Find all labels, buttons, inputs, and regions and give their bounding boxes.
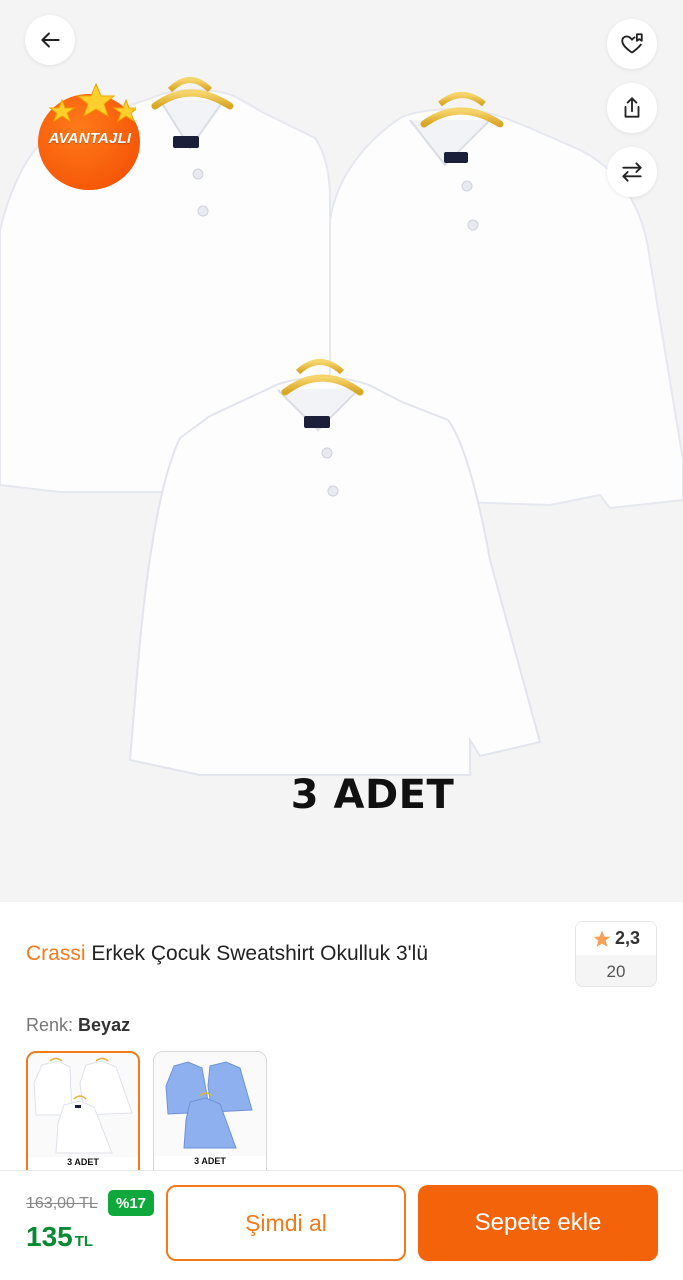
buy-now-button[interactable]: Şimdi al <box>166 1185 406 1261</box>
old-price: 163,00 TL <box>26 1195 98 1212</box>
star-icon <box>593 930 611 947</box>
price-value: 135 <box>26 1221 73 1252</box>
product-image-gallery[interactable]: 3 ADET AVANTAJLI <box>0 0 683 902</box>
rating-score: 2,3 <box>576 922 656 955</box>
color-value: Beyaz <box>78 1015 131 1035</box>
product-name: Erkek Çocuk Sweatshirt Okulluk 3'lü <box>91 942 428 965</box>
color-variant-white[interactable]: 3 ADET <box>26 1051 140 1181</box>
rating-value: 2,3 <box>614 928 641 948</box>
discount-badge: %17 <box>108 1190 154 1216</box>
swap-arrows-icon <box>622 162 642 182</box>
back-button[interactable] <box>25 15 75 65</box>
color-variant-blue[interactable]: 3 ADET <box>153 1051 267 1181</box>
color-label-key: Renk: <box>26 1015 74 1035</box>
current-price: 135 TL <box>26 1221 93 1253</box>
variant-thumbnail <box>28 1053 138 1157</box>
rating-box[interactable]: 2,3 20 <box>575 921 657 987</box>
variant-thumbnail <box>154 1052 266 1156</box>
purchase-bar: 163,00 TL %17 135 TL Şimdi al Sepete ekle <box>0 1170 683 1280</box>
review-count: 20 <box>576 955 656 986</box>
badge-label: AVANTAJLI <box>48 130 132 147</box>
color-label: Renk: Beyaz <box>26 1015 130 1036</box>
add-to-cart-button[interactable]: Sepete ekle <box>418 1185 658 1261</box>
share-button[interactable] <box>607 83 657 133</box>
heart-bookmark-icon <box>621 33 643 54</box>
arrow-left-icon <box>41 32 60 48</box>
pack-quantity-label: 3 ADET <box>290 772 455 818</box>
variant-label: 3 ADET <box>67 1157 99 1167</box>
advantage-badge: AVANTAJLI <box>38 82 142 192</box>
brand-link[interactable]: Crassi <box>26 942 86 965</box>
price-currency: TL <box>74 1233 94 1250</box>
variant-label: 3 ADET <box>194 1156 226 1166</box>
star-cluster-icon <box>48 82 136 123</box>
product-title: Crassi Erkek Çocuk Sweatshirt Okulluk 3'… <box>26 940 566 968</box>
share-icon <box>624 97 640 118</box>
favorite-button[interactable] <box>607 19 657 69</box>
compare-button[interactable] <box>607 147 657 197</box>
